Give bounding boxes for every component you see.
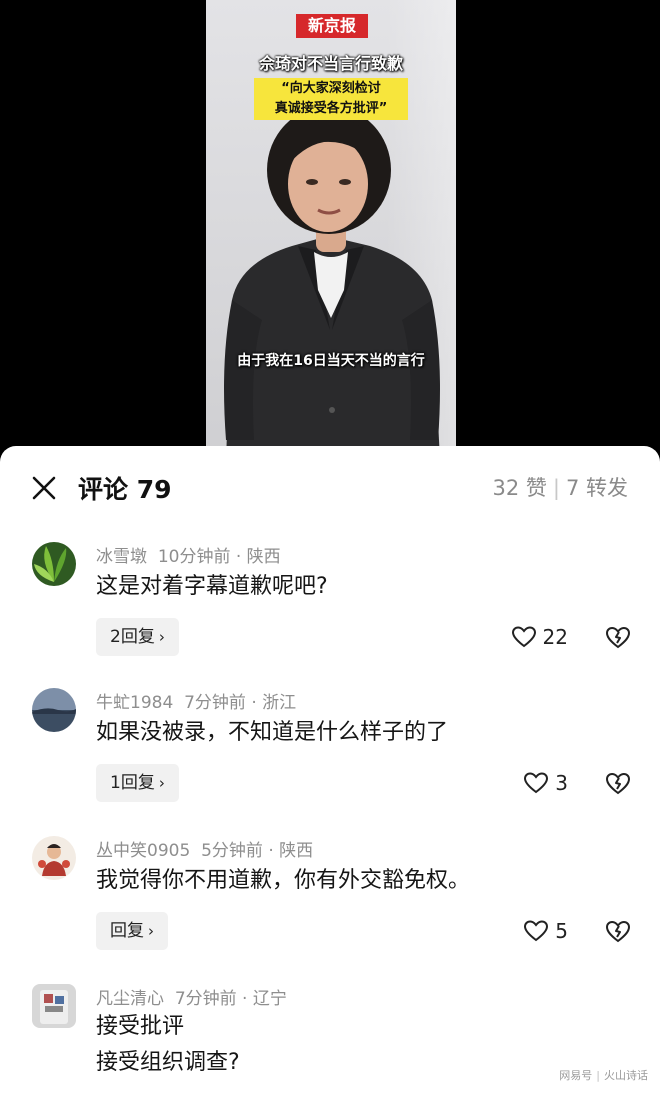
like-count: 3 bbox=[555, 771, 568, 795]
comment-meta: 丛中笑0905 5分钟前 · 陕西 bbox=[96, 836, 313, 861]
comment-location: 辽宁 bbox=[252, 989, 287, 1009]
meta-separator: · bbox=[268, 841, 274, 861]
comment-text: 这是对着字幕道歉呢吧? bbox=[96, 574, 328, 599]
like-count: 5 bbox=[555, 919, 568, 943]
comment-text: 我觉得你不用道歉，你有外交豁免权。 bbox=[96, 868, 471, 893]
broken-heart-icon[interactable] bbox=[604, 623, 632, 651]
likes-count: 32 赞 bbox=[492, 476, 547, 500]
like-button[interactable]: 5 bbox=[523, 916, 568, 946]
quote-line-1: “向大家深刻检讨 bbox=[281, 81, 381, 96]
heart-icon bbox=[511, 626, 536, 648]
chevron-right-icon: › bbox=[148, 922, 154, 940]
avatar[interactable] bbox=[32, 984, 76, 1028]
news-logo: 新京报 bbox=[296, 14, 368, 38]
meta-separator: · bbox=[251, 693, 257, 713]
broken-heart-icon[interactable] bbox=[604, 917, 632, 945]
close-icon[interactable] bbox=[30, 474, 58, 502]
chevron-right-icon: › bbox=[158, 628, 165, 646]
reply-label: 回复 bbox=[110, 921, 144, 941]
meta-separator: · bbox=[242, 989, 248, 1009]
reply-button[interactable]: 回复 › bbox=[96, 912, 168, 950]
comment-author[interactable]: 丛中笑0905 bbox=[96, 841, 190, 861]
meta-separator: · bbox=[235, 547, 242, 567]
comment-author[interactable]: 冰雪墩 bbox=[96, 547, 147, 567]
comment-time: 7分钟前 bbox=[174, 989, 237, 1009]
video-headline: 佘琦对不当言行致歉 bbox=[258, 54, 403, 73]
like-count: 22 bbox=[542, 625, 568, 649]
quote-line-2: 真诚接受各方批评” bbox=[274, 101, 388, 116]
watermark: 网易号 | 火山诗话 bbox=[559, 1067, 648, 1083]
watermark-separator: | bbox=[596, 1069, 600, 1082]
avatar[interactable] bbox=[32, 836, 76, 880]
comment-location: 陕西 bbox=[279, 841, 314, 861]
comment-meta: 冰雪墩 10分钟前 · 陕西 bbox=[96, 542, 281, 567]
quote-banner: “向大家深刻检讨 真诚接受各方批评” bbox=[254, 78, 408, 120]
view-replies-button[interactable]: 2回复 › bbox=[96, 618, 179, 656]
comment-location: 陕西 bbox=[246, 547, 281, 567]
comment-author[interactable]: 牛虻1984 bbox=[96, 693, 173, 713]
like-button[interactable]: 22 bbox=[511, 622, 568, 652]
video-subtitle: 由于我在16日当天不当的言行 bbox=[237, 353, 425, 369]
chevron-right-icon: › bbox=[158, 774, 165, 792]
heart-icon bbox=[524, 920, 549, 942]
like-button[interactable]: 3 bbox=[523, 768, 568, 798]
comment-text-line-1: 接受批评 bbox=[96, 1014, 185, 1039]
comment-time: 7分钟前 bbox=[184, 693, 246, 713]
video-frame: 新京报 佘琦对不当言行致歉 “向大家深刻检讨 真诚接受各方批评” 由于我在16日… bbox=[206, 0, 456, 460]
reply-label: 1回复 bbox=[110, 773, 155, 793]
comments-sheet: 评论 79 32 赞 | 7 转发 冰雪墩 10分钟前 · 陕西 这是对着字幕道歉呢… bbox=[0, 446, 660, 1095]
comment-meta: 凡尘清心 7分钟前 · 辽宁 bbox=[96, 984, 287, 1009]
comment-text-line-2: 接受组织调查? bbox=[96, 1050, 240, 1075]
watermark-netease: 网易号 bbox=[559, 1069, 593, 1082]
heart-icon bbox=[524, 772, 549, 794]
comment-text: 如果没被录，不知道是什么样子的了 bbox=[96, 720, 449, 745]
comments-title: 评论 79 bbox=[78, 475, 172, 504]
post-stats: 32 赞 | 7 转发 bbox=[492, 472, 628, 502]
video-player[interactable]: 新京报 佘琦对不当言行致歉 “向大家深刻检讨 真诚接受各方批评” 由于我在16日… bbox=[0, 0, 660, 460]
avatar[interactable] bbox=[32, 688, 76, 732]
watermark-author: 火山诗话 bbox=[604, 1069, 648, 1082]
view-replies-button[interactable]: 1回复 › bbox=[96, 764, 179, 802]
avatar[interactable] bbox=[32, 542, 76, 586]
shares-count: 7 转发 bbox=[565, 476, 628, 500]
comment-author[interactable]: 凡尘清心 bbox=[96, 989, 164, 1009]
comment-time: 10分钟前 bbox=[157, 547, 231, 567]
comment-meta: 牛虻1984 7分钟前 · 浙江 bbox=[96, 688, 296, 713]
comment-time: 5分钟前 bbox=[201, 841, 263, 861]
comment-location: 浙江 bbox=[262, 693, 297, 713]
stats-separator: | bbox=[552, 476, 560, 500]
broken-heart-icon[interactable] bbox=[604, 769, 632, 797]
comments-header: 评论 79 32 赞 | 7 转发 bbox=[0, 446, 660, 526]
reply-label: 2回复 bbox=[110, 627, 155, 647]
